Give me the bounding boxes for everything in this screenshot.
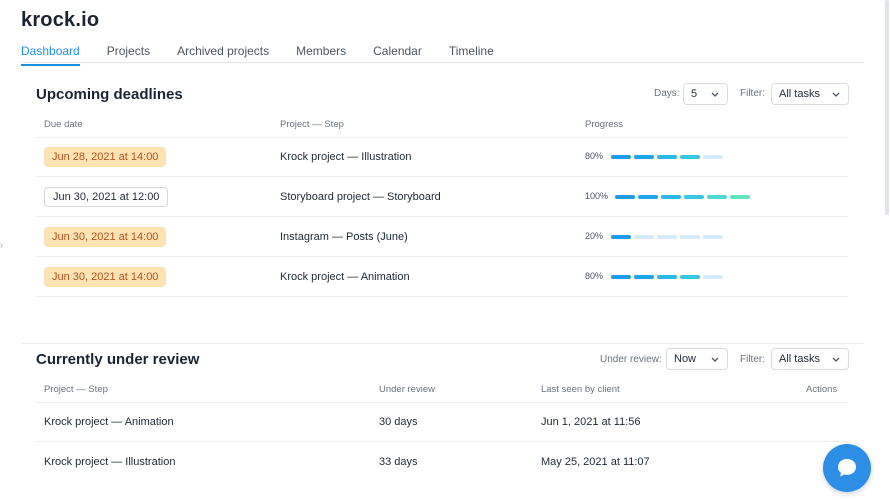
progress-segment [634,275,654,279]
review-project-step[interactable]: Krock project — Illustration [44,456,175,468]
progress-segment [684,195,704,199]
row-divider [36,441,848,442]
progress-segment [611,155,631,159]
col-last-seen: Last seen by client [541,384,620,395]
progress-percent: 80% [585,151,604,161]
due-date-badge: Jun 30, 2021 at 14:00 [44,227,167,247]
progress-percent: 100% [585,191,609,201]
row-divider [36,216,848,217]
progress-segment [680,275,700,279]
under-review-value: Now [674,353,697,365]
project-step-link[interactable]: Krock project — Illustration [280,151,411,163]
progress-segment [657,235,677,239]
under-review-select[interactable]: Now [666,348,728,370]
progress-segment [703,275,723,279]
review-project-step[interactable]: Krock project — Animation [44,416,174,428]
under-review-label: Under review: [600,354,662,365]
due-date-badge: Jun 28, 2021 at 14:00 [44,147,167,167]
row-divider [36,256,848,257]
progress-bar [611,235,723,239]
deadlines-filter-select[interactable]: All tasks [771,83,849,105]
progress-segment [611,235,631,239]
review-filter-select[interactable]: All tasks [771,348,849,370]
chevron-right-icon[interactable]: › [0,240,3,250]
last-seen-timestamp: Jun 1, 2021 at 11:56 [541,416,641,428]
row-divider [36,176,848,177]
progress-segment [730,195,750,199]
col-project-step: Project — Step [280,119,344,130]
review-filter-label: Filter: [740,354,765,365]
progress-segment [634,235,654,239]
col-due-date: Due date [44,119,83,130]
section-divider [21,343,864,344]
row-divider [36,137,848,138]
chat-button[interactable] [823,444,871,492]
progress-percent: 20% [585,231,604,241]
col-progress: Progress [585,119,624,130]
scrollbar-thumb[interactable] [885,0,889,215]
under-review-duration: 30 days [379,416,418,428]
row-divider [36,402,848,403]
under-review-duration: 33 days [379,456,418,468]
progress-segment [657,275,677,279]
progress-segment [611,275,631,279]
progress-segment [661,195,681,199]
due-date-badge: Jun 30, 2021 at 14:00 [44,267,167,287]
project-step-link[interactable]: Storyboard project — Storyboard [280,191,441,203]
progress-bar [615,195,750,199]
deadlines-title: Upcoming deadlines [36,86,183,103]
col-actions: Actions [806,384,838,395]
chevron-down-icon [711,357,719,362]
days-select[interactable]: 5 [683,83,728,105]
progress-segment [707,195,727,199]
deadlines-filter-label: Filter: [740,88,765,99]
chevron-down-icon [832,92,840,97]
progress-segment [680,155,700,159]
due-date-badge: Jun 30, 2021 at 12:00 [44,187,169,207]
chat-bubble-icon [838,459,856,477]
days-label: Days: [654,88,680,99]
row-divider [36,296,848,297]
project-step-link[interactable]: Instagram — Posts (June) [280,231,408,243]
review-title: Currently under review [36,351,200,368]
progress-segment [638,195,658,199]
project-step-link[interactable]: Krock project — Animation [280,271,410,283]
progress-segment [634,155,654,159]
review-filter-value: All tasks [779,353,820,365]
app-logo[interactable]: krock.io [21,9,99,32]
progress-segment [703,155,723,159]
progress-segment [615,195,635,199]
col-review-project-step: Project — Step [44,384,108,395]
progress-segment [680,235,700,239]
progress-percent: 80% [585,271,604,281]
col-under-review: Under review [379,384,435,395]
progress-segment [703,235,723,239]
deadlines-filter-value: All tasks [779,88,820,100]
nav-divider [21,62,864,63]
progress-bar [611,275,723,279]
last-seen-timestamp: May 25, 2021 at 11:07 [541,456,650,468]
chevron-down-icon [832,357,840,362]
progress-segment [657,155,677,159]
progress-bar [611,155,723,159]
chevron-down-icon [711,92,719,97]
days-select-value: 5 [691,88,698,100]
